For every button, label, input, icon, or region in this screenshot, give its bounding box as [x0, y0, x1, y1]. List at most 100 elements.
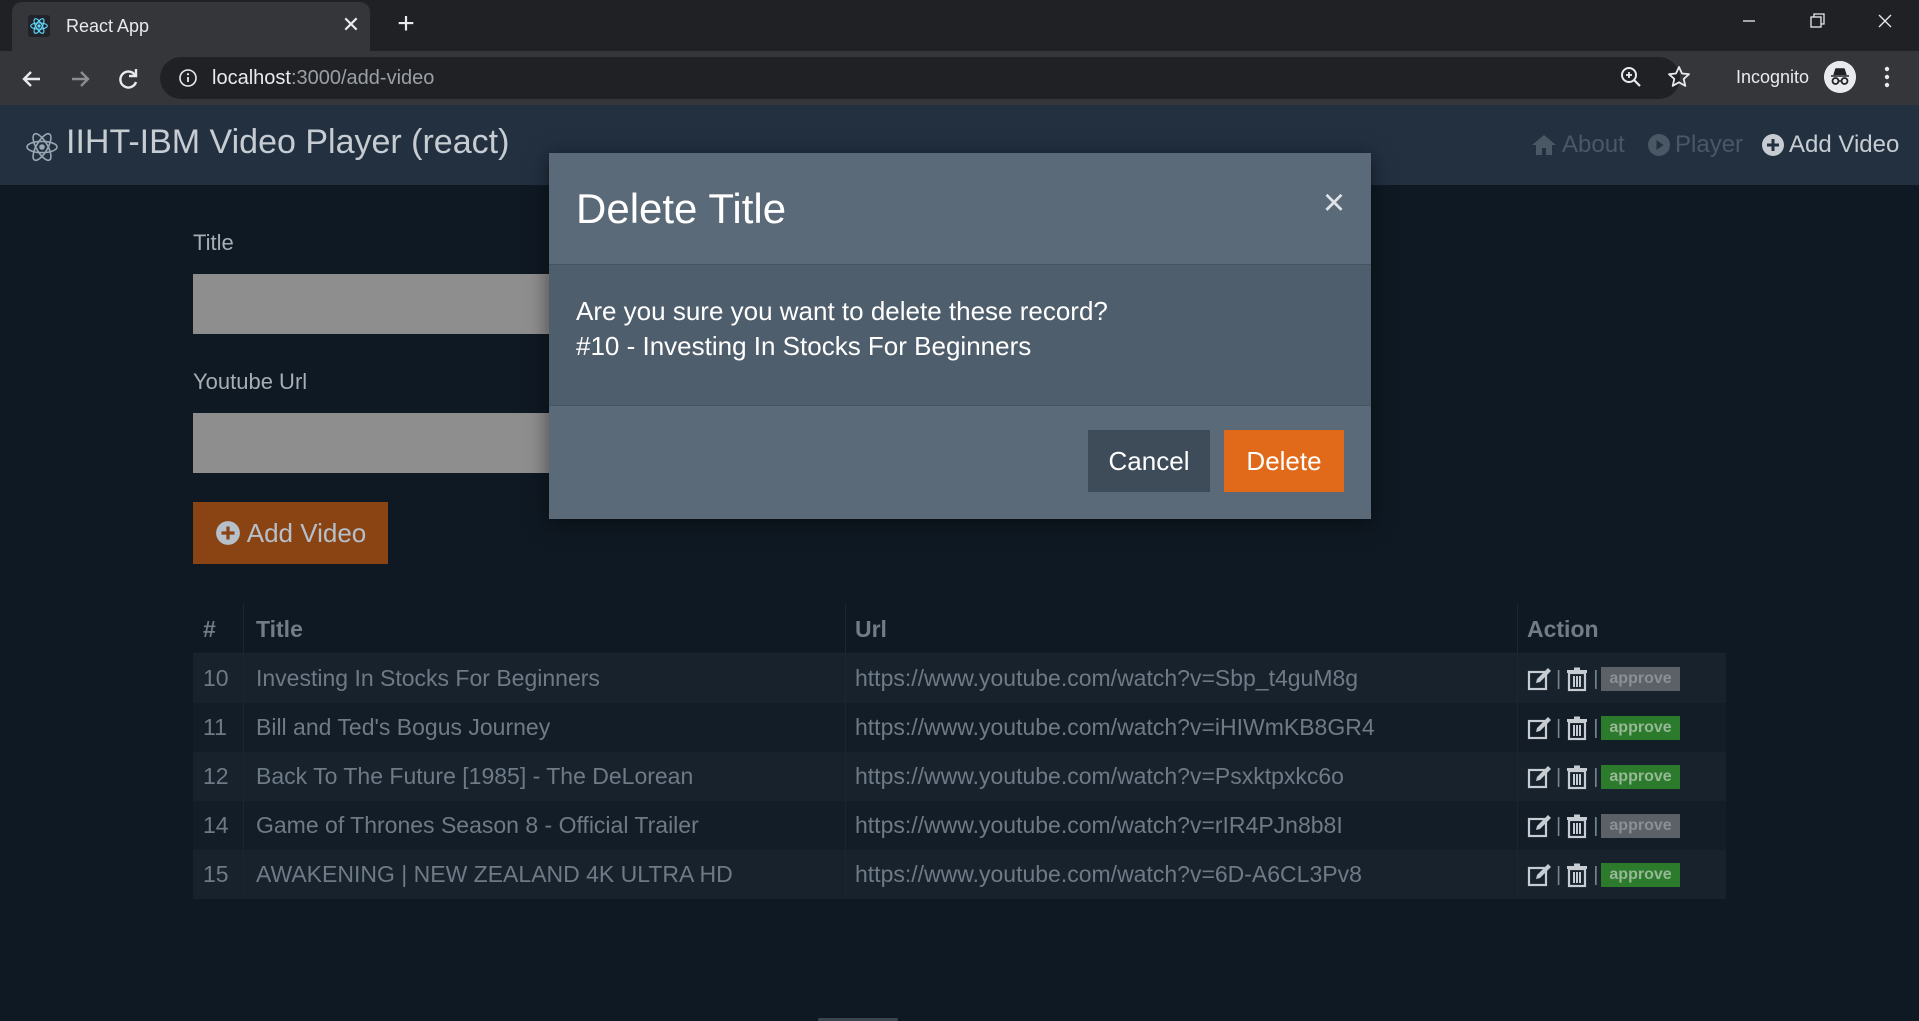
plus-circle-icon [215, 521, 240, 545]
cell-actions: | | approve [1527, 764, 1680, 790]
delete-button[interactable]: Delete [1224, 430, 1344, 492]
header-id: # [203, 616, 216, 642]
approve-button[interactable]: approve [1601, 716, 1680, 740]
cell-title: AWAKENING | NEW ZEALAND 4K ULTRA HD [256, 861, 733, 887]
cell-id: 15 [203, 861, 229, 887]
trash-icon[interactable] [1564, 666, 1590, 692]
table-body: 10 Investing In Stocks For Beginners https… [193, 654, 1726, 899]
header-action: Action [1527, 616, 1599, 642]
cell-id: 14 [203, 812, 229, 838]
zoom-icon[interactable] [1618, 64, 1644, 90]
incognito-icon[interactable] [1824, 61, 1856, 93]
add-video-button[interactable]: Add Video [193, 502, 388, 564]
cell-actions: | | approve [1527, 666, 1680, 692]
window-close-icon[interactable] [1851, 0, 1919, 42]
separator: | [1556, 765, 1562, 788]
incognito-label: Incognito [1736, 67, 1810, 87]
edit-icon[interactable] [1527, 813, 1553, 839]
separator: | [1556, 814, 1562, 837]
modal-header: Delete Title × [549, 153, 1371, 265]
cell-url: https://www.youtube.com/watch?v=6D-A6CL3… [855, 861, 1362, 887]
modal-close-icon[interactable]: × [1319, 183, 1349, 223]
table-row: 11 Bill and Ted's Bogus Journey https://ww… [193, 703, 1726, 752]
bookmark-star-icon[interactable] [1666, 64, 1692, 90]
separator: | [1556, 716, 1562, 739]
tab-title: React App [66, 16, 150, 36]
header-url: Url [855, 616, 887, 642]
edit-icon[interactable] [1527, 715, 1553, 741]
approve-button[interactable]: approve [1601, 814, 1680, 838]
nav-about-label: About [1562, 131, 1625, 158]
play-circle-icon [1648, 134, 1670, 156]
app-brand[interactable]: IIHT-IBM Video Player (react) [66, 123, 509, 162]
separator: | [1556, 863, 1562, 886]
cell-id: 12 [203, 763, 229, 789]
title-label: Title [193, 230, 234, 255]
separator: | [1593, 765, 1599, 788]
separator: | [1593, 716, 1599, 739]
back-arrow-icon[interactable] [14, 61, 50, 97]
browser-tabstrip: React App ✕ + [0, 0, 1919, 51]
column-divider [1517, 604, 1518, 898]
cell-url: https://www.youtube.com/watch?v=Psxktpxk… [855, 763, 1344, 789]
youtube-url-label: Youtube Url [193, 369, 308, 394]
separator: | [1593, 814, 1599, 837]
cell-actions: | | approve [1527, 813, 1680, 839]
table-row: 10 Investing In Stocks For Beginners https… [193, 654, 1726, 703]
nav-about-link[interactable]: About [1530, 131, 1625, 159]
url-host: localhost [212, 67, 291, 89]
url-path: :3000/add-video [290, 67, 435, 89]
modal-title: Delete Title [576, 185, 787, 232]
edit-icon[interactable] [1527, 862, 1553, 888]
home-icon [1532, 135, 1556, 155]
cell-url: https://www.youtube.com/watch?v=Sbp_t4gu… [855, 665, 1359, 691]
react-icon [28, 15, 50, 37]
trash-icon[interactable] [1564, 764, 1590, 790]
restore-icon[interactable] [1783, 0, 1851, 42]
column-divider [243, 604, 244, 898]
videos-table: # Title Url Action 10 Investing In Stocks… [193, 604, 1726, 899]
header-title: Title [256, 616, 303, 642]
reload-icon[interactable] [110, 61, 146, 97]
cell-url: https://www.youtube.com/watch?v=rIR4PJn8… [855, 812, 1343, 838]
table-row: 14 Game of Thrones Season 8 - Official Tr… [193, 801, 1726, 850]
table-row: 12 Back To The Future [1985] - The DeLore… [193, 752, 1726, 801]
cancel-button[interactable]: Cancel [1088, 430, 1210, 492]
trash-icon[interactable] [1564, 715, 1590, 741]
minimize-icon[interactable] [1715, 0, 1783, 42]
forward-arrow-icon[interactable] [62, 61, 98, 97]
trash-icon[interactable] [1564, 813, 1590, 839]
edit-icon[interactable] [1527, 666, 1553, 692]
edit-icon[interactable] [1527, 764, 1553, 790]
kebab-menu-icon[interactable] [1874, 64, 1900, 90]
cell-actions: | | approve [1527, 862, 1680, 888]
react-logo-icon [26, 132, 58, 162]
cell-title: Bill and Ted's Bogus Journey [256, 714, 551, 740]
cell-actions: | | approve [1527, 715, 1680, 741]
column-divider [845, 604, 846, 898]
record-label: #10 - Investing In Stocks For Beginners [576, 331, 1032, 361]
approve-button[interactable]: approve [1601, 667, 1680, 691]
cell-title: Back To The Future [1985] - The DeLorean [256, 763, 694, 789]
approve-button[interactable]: approve [1601, 863, 1680, 887]
nav-player-link[interactable]: Player [1647, 131, 1743, 159]
nav-player-label: Player [1675, 131, 1744, 158]
tab-close-icon[interactable]: ✕ [338, 12, 364, 38]
approve-button[interactable]: approve [1601, 765, 1680, 789]
confirm-message: Are you sure you want to delete these re… [576, 296, 1108, 326]
address-bar[interactable]: localhost:3000/add-video [160, 57, 1680, 99]
new-tab-button[interactable]: + [390, 9, 422, 41]
browser-tab[interactable]: React App ✕ [12, 2, 370, 51]
trash-icon[interactable] [1564, 862, 1590, 888]
nav-add-video-link[interactable]: Add Video [1761, 131, 1899, 159]
table-row: 15 AWAKENING | NEW ZEALAND 4K ULTRA HD htt… [193, 850, 1726, 899]
separator: | [1556, 667, 1562, 690]
cell-id: 10 [203, 665, 229, 691]
separator: | [1593, 863, 1599, 886]
info-icon[interactable] [178, 68, 198, 88]
separator: | [1593, 667, 1599, 690]
table-header: # Title Url Action [193, 604, 1726, 654]
url-text: localhost:3000/add-video [212, 67, 434, 90]
cell-id: 11 [203, 714, 227, 740]
nav-add-video-label: Add Video [1789, 131, 1900, 158]
